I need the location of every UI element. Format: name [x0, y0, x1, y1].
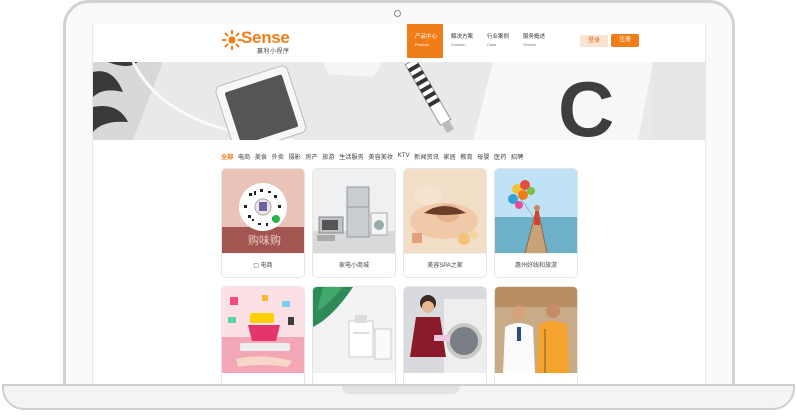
- logo[interactable]: Sense 赢利小程序: [221, 27, 290, 55]
- nav-sublabel: Case: [487, 42, 497, 47]
- card-image: [404, 287, 486, 373]
- card-travel[interactable]: 惠州好线和旅游: [494, 168, 578, 278]
- nav-item-case[interactable]: 行业案例 Case: [479, 24, 515, 58]
- category-home[interactable]: 家居: [443, 152, 455, 161]
- nav-sublabel: Solution: [451, 42, 466, 47]
- card-image: [404, 169, 486, 253]
- nav-sublabel: Product: [415, 42, 429, 47]
- banner-image: C: [93, 62, 705, 140]
- category-takeout[interactable]: 外卖: [272, 152, 284, 161]
- logo-text: Sense: [241, 28, 290, 47]
- category-life-service[interactable]: 生活服务: [339, 152, 364, 161]
- nav-item-service[interactable]: 服务概述 Service: [515, 24, 551, 58]
- nav-sublabel: Service: [523, 42, 537, 47]
- hero-banner: C: [93, 62, 705, 140]
- card-label-text: 电商: [260, 263, 273, 269]
- sun-logo-icon: [222, 30, 242, 50]
- category-realestate[interactable]: 房产: [305, 152, 317, 161]
- category-baby[interactable]: 母婴: [477, 152, 489, 161]
- card-medical[interactable]: [494, 286, 578, 384]
- logo-subtitle: 赢利小程序: [257, 49, 290, 55]
- laptop-notch: [342, 386, 460, 394]
- nav-label: 解决方案: [451, 34, 474, 40]
- nav-label: 服务概述: [523, 34, 546, 40]
- register-button[interactable]: 注册: [611, 34, 639, 47]
- nav-label: 产品中心: [415, 34, 438, 40]
- card-label: ▢ 电商: [222, 253, 304, 277]
- card-label: 美容SPA之家: [404, 253, 486, 277]
- nav-label: 行业案例: [487, 34, 510, 40]
- main-nav: 产品中心 Product 解决方案 Solution 行业案例 Case 服务概…: [407, 24, 551, 58]
- card-image: [313, 169, 395, 253]
- card-image: 购味购: [222, 169, 304, 253]
- card-beauty-spa[interactable]: 美容SPA之家: [403, 168, 487, 278]
- svg-text:购味购: 购味购: [248, 233, 281, 247]
- category-photo[interactable]: 摄影: [289, 152, 301, 161]
- laptop-base: [2, 384, 795, 410]
- banner-letter: C: [558, 65, 614, 140]
- category-food[interactable]: 美食: [255, 152, 267, 161]
- category-beauty[interactable]: 美容美妆: [368, 152, 393, 161]
- nav-item-solution[interactable]: 解决方案 Solution: [443, 24, 479, 58]
- nav-item-product[interactable]: 产品中心 Product: [407, 24, 443, 58]
- category-filter: 全部 电商 美食 外卖 摄影 房产 旅游 生活服务 美容美妆 KTV 新闻资讯 …: [221, 152, 528, 161]
- card-image: [495, 287, 577, 373]
- card-shopping[interactable]: [221, 286, 305, 384]
- card-image: [313, 287, 395, 373]
- category-jobs[interactable]: 招聘: [511, 152, 523, 161]
- category-medicine[interactable]: 医药: [494, 152, 506, 161]
- card-housekeeping[interactable]: [403, 286, 487, 384]
- card-ecommerce[interactable]: 购味购 ▢ 电商: [221, 168, 305, 278]
- card-image: [222, 287, 304, 373]
- category-ecommerce[interactable]: 电商: [238, 152, 250, 161]
- category-education[interactable]: 教育: [460, 152, 472, 161]
- category-news[interactable]: 新闻资讯: [414, 152, 439, 161]
- category-travel[interactable]: 旅游: [322, 152, 334, 161]
- webcam: [394, 10, 401, 17]
- card-image: [495, 169, 577, 253]
- card-label: 家电小商城: [313, 253, 395, 277]
- login-button[interactable]: 登录: [580, 35, 608, 47]
- card-label: 惠州好线和旅游: [495, 253, 577, 277]
- screen: Sense 赢利小程序 产品中心 Product 解决方案 Solution 行…: [92, 24, 706, 384]
- category-all[interactable]: 全部: [221, 152, 233, 161]
- card-cosmetics[interactable]: [312, 286, 396, 384]
- card-appliance-mall[interactable]: 家电小商城: [312, 168, 396, 278]
- category-ktv[interactable]: KTV: [398, 152, 410, 161]
